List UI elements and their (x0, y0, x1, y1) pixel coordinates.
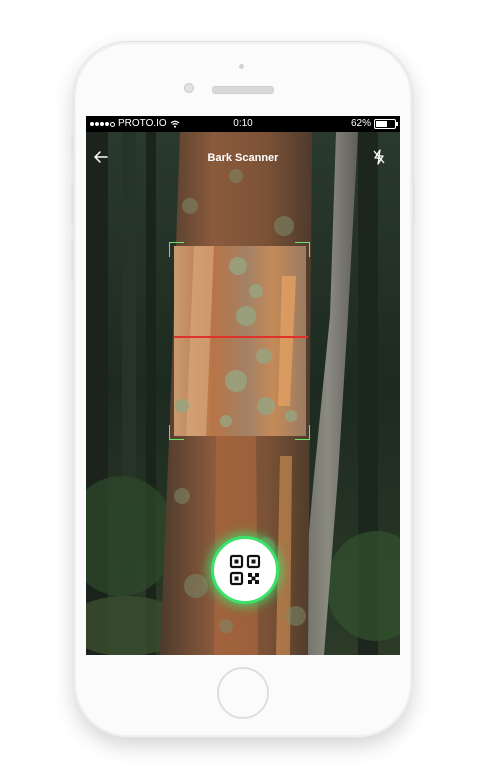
battery-icon (374, 119, 398, 129)
volume-down-button (71, 238, 74, 280)
app-screen: PROTO.IO 0:10 62% Bark Scanner (86, 116, 400, 655)
home-button[interactable] (217, 667, 269, 719)
page-title: Bark Scanner (207, 152, 279, 164)
scan-frame-corner-tr (295, 242, 310, 257)
front-camera (184, 83, 194, 93)
volume-up-button (71, 182, 74, 224)
qr-code-icon (229, 554, 261, 586)
flash-off-icon[interactable] (368, 146, 390, 168)
status-bar: PROTO.IO 0:10 62% (86, 116, 400, 132)
scan-button[interactable] (211, 536, 279, 604)
mute-switch (71, 134, 74, 156)
battery-percent: 62% (350, 118, 371, 129)
status-right: 62% (350, 116, 398, 132)
scan-frame (169, 242, 310, 440)
scan-frame-corner-bl (169, 425, 184, 440)
power-button (412, 182, 415, 224)
scan-frame-corner-br (295, 425, 310, 440)
earpiece-speaker (212, 86, 274, 94)
proximity-sensor (239, 64, 244, 69)
battery-fill (376, 121, 388, 127)
scan-frame-corner-tl (169, 242, 184, 257)
